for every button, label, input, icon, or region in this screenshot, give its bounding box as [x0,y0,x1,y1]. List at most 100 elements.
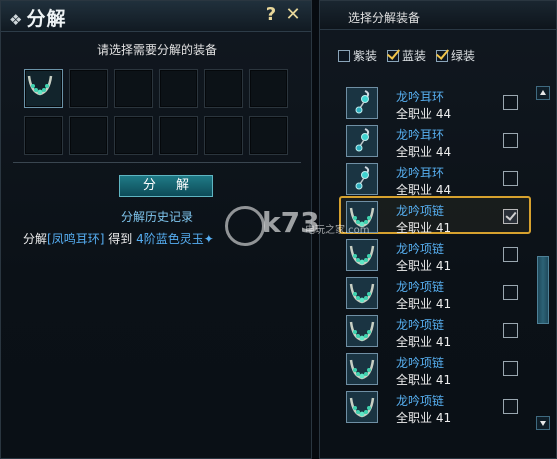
item-icon-frame[interactable] [346,87,378,119]
list-scrollbar[interactable] [536,86,550,431]
item-class: 全职业 [396,335,433,349]
earring-icon [355,128,370,152]
equipment-slot[interactable] [159,116,198,155]
filter-1[interactable]: 蓝装 [387,47,426,64]
filter-2[interactable]: 绿装 [436,47,475,64]
equipment-slot[interactable] [249,69,288,108]
list-item[interactable]: 龙吟耳环全职业 44 [320,124,540,162]
history-result: 4阶蓝色灵玉 [136,232,204,246]
item-class: 全职业 [396,183,433,197]
list-item[interactable]: 龙吟项链 全职业 41 [320,238,540,276]
item-class: 全职业 [396,411,433,425]
necklace-icon [27,75,53,96]
item-class: 全职业 [396,297,433,311]
instruction-text: 请选择需要分解的装备 [96,43,217,57]
filter-0[interactable]: 紫装 [338,47,377,64]
filter-checkbox[interactable] [338,49,350,62]
watermark-suffix: .com [345,225,370,236]
item-checkbox[interactable] [503,399,518,414]
equipment-slot[interactable] [114,116,153,155]
select-title: 选择分解装备 [348,11,421,25]
item-class: 全职业 [396,145,433,159]
help-button[interactable]: ? [261,5,281,25]
item-icon-frame[interactable] [346,239,378,271]
item-level: 44 [435,183,452,197]
equipment-slot[interactable] [204,69,243,108]
item-meta: 全职业 41 [396,295,451,312]
item-level: 41 [435,297,452,311]
item-level: 41 [435,335,452,349]
item-icon-frame[interactable] [346,125,378,157]
equipment-slot[interactable] [204,116,243,155]
item-meta: 全职业 41 [396,333,451,350]
equipment-slot[interactable] [249,116,288,155]
equipment-list: 龙吟耳环 全职业 44 龙吟耳环 全职业 44 龙吟耳环 全职业 44 龙吟项链 全职业 41… [320,86,540,428]
scroll-down-arrow-icon[interactable] [536,416,550,430]
item-meta: 全职业 41 [396,371,451,388]
item-level: 44 [435,107,452,121]
earring-icon [355,166,370,190]
item-level: 41 [435,259,452,273]
decompose-button[interactable]: 分 解 [119,175,213,197]
item-icon-frame[interactable] [346,391,378,423]
necklace-icon [349,359,375,380]
item-level: 44 [435,145,452,159]
necklace-icon [349,397,375,418]
item-level: 41 [435,411,452,425]
list-item[interactable]: 龙吟项链 全职业 41 [320,390,540,428]
watermark-logo-icon [225,206,265,246]
item-checkbox[interactable] [503,209,518,224]
list-item[interactable]: 龙吟项链 全职业 41 [320,276,540,314]
item-meta: 全职业 41 [396,257,451,274]
quality-filters: 紫装 蓝装 绿装 [338,47,475,64]
window-title-text: 分解 [26,8,67,30]
item-icon-frame[interactable] [346,315,378,347]
item-icon-frame[interactable] [346,277,378,309]
equipment-slot[interactable] [69,69,108,108]
window-title: ❖ 分解 [9,4,66,31]
equipment-slot[interactable] [114,69,153,108]
item-icon-frame[interactable] [346,353,378,385]
equipment-slot-filled[interactable] [24,69,63,108]
list-item[interactable]: 龙吟耳环 全职业 44 [320,162,540,200]
necklace-icon [349,283,375,304]
list-item[interactable]: 龙吟项链 全职业 41 [320,314,540,352]
list-item[interactable]: 龙吟项链 全职业 41 [320,352,540,390]
item-checkbox[interactable] [503,171,518,186]
necklace-icon [349,245,375,266]
item-checkbox[interactable] [503,133,518,148]
item-name: 龙吟项链 [396,280,445,294]
item-name: 龙吟项链 [396,356,445,370]
list-item[interactable]: 龙吟耳环 全职业 44 [320,86,540,124]
history-entry: 分解[凤鸣耳环] 得到 4阶蓝色灵玉✦ [23,230,214,247]
item-name: 龙吟耳环 [396,90,445,104]
item-checkbox[interactable] [503,323,518,338]
item-level: 41 [435,373,452,387]
item-meta: 全职业 41 [396,219,451,236]
filter-checkbox[interactable] [387,49,400,62]
item-checkbox[interactable] [503,361,518,376]
filter-checkbox[interactable] [436,49,449,62]
scroll-thumb[interactable] [537,256,549,324]
history-mid: 得到 [108,232,133,246]
item-meta: 全职业 44 [396,105,451,122]
decompose-titlebar: ❖ 分解 ? ✕ [1,1,311,32]
watermark-sub: 电玩之家.com [305,221,370,236]
item-name: 龙吟项链 [396,242,445,256]
item-class: 全职业 [396,259,433,273]
equipment-slot-grid [24,69,291,155]
item-name: 龙吟耳环 [396,128,445,142]
filter-label: 绿装 [451,49,476,63]
equipment-slot[interactable] [24,116,63,155]
item-class: 全职业 [396,221,433,235]
item-icon-frame[interactable] [346,163,378,195]
item-checkbox[interactable] [503,247,518,262]
close-button[interactable]: ✕ [283,5,303,25]
history-item-link[interactable]: [凤鸣耳环] [47,232,104,246]
scroll-up-arrow-icon[interactable] [536,86,550,100]
item-checkbox[interactable] [503,95,518,110]
item-checkbox[interactable] [503,285,518,300]
equipment-slot[interactable] [159,69,198,108]
equipment-slot[interactable] [69,116,108,155]
diamond-icon: ❖ [9,11,24,29]
